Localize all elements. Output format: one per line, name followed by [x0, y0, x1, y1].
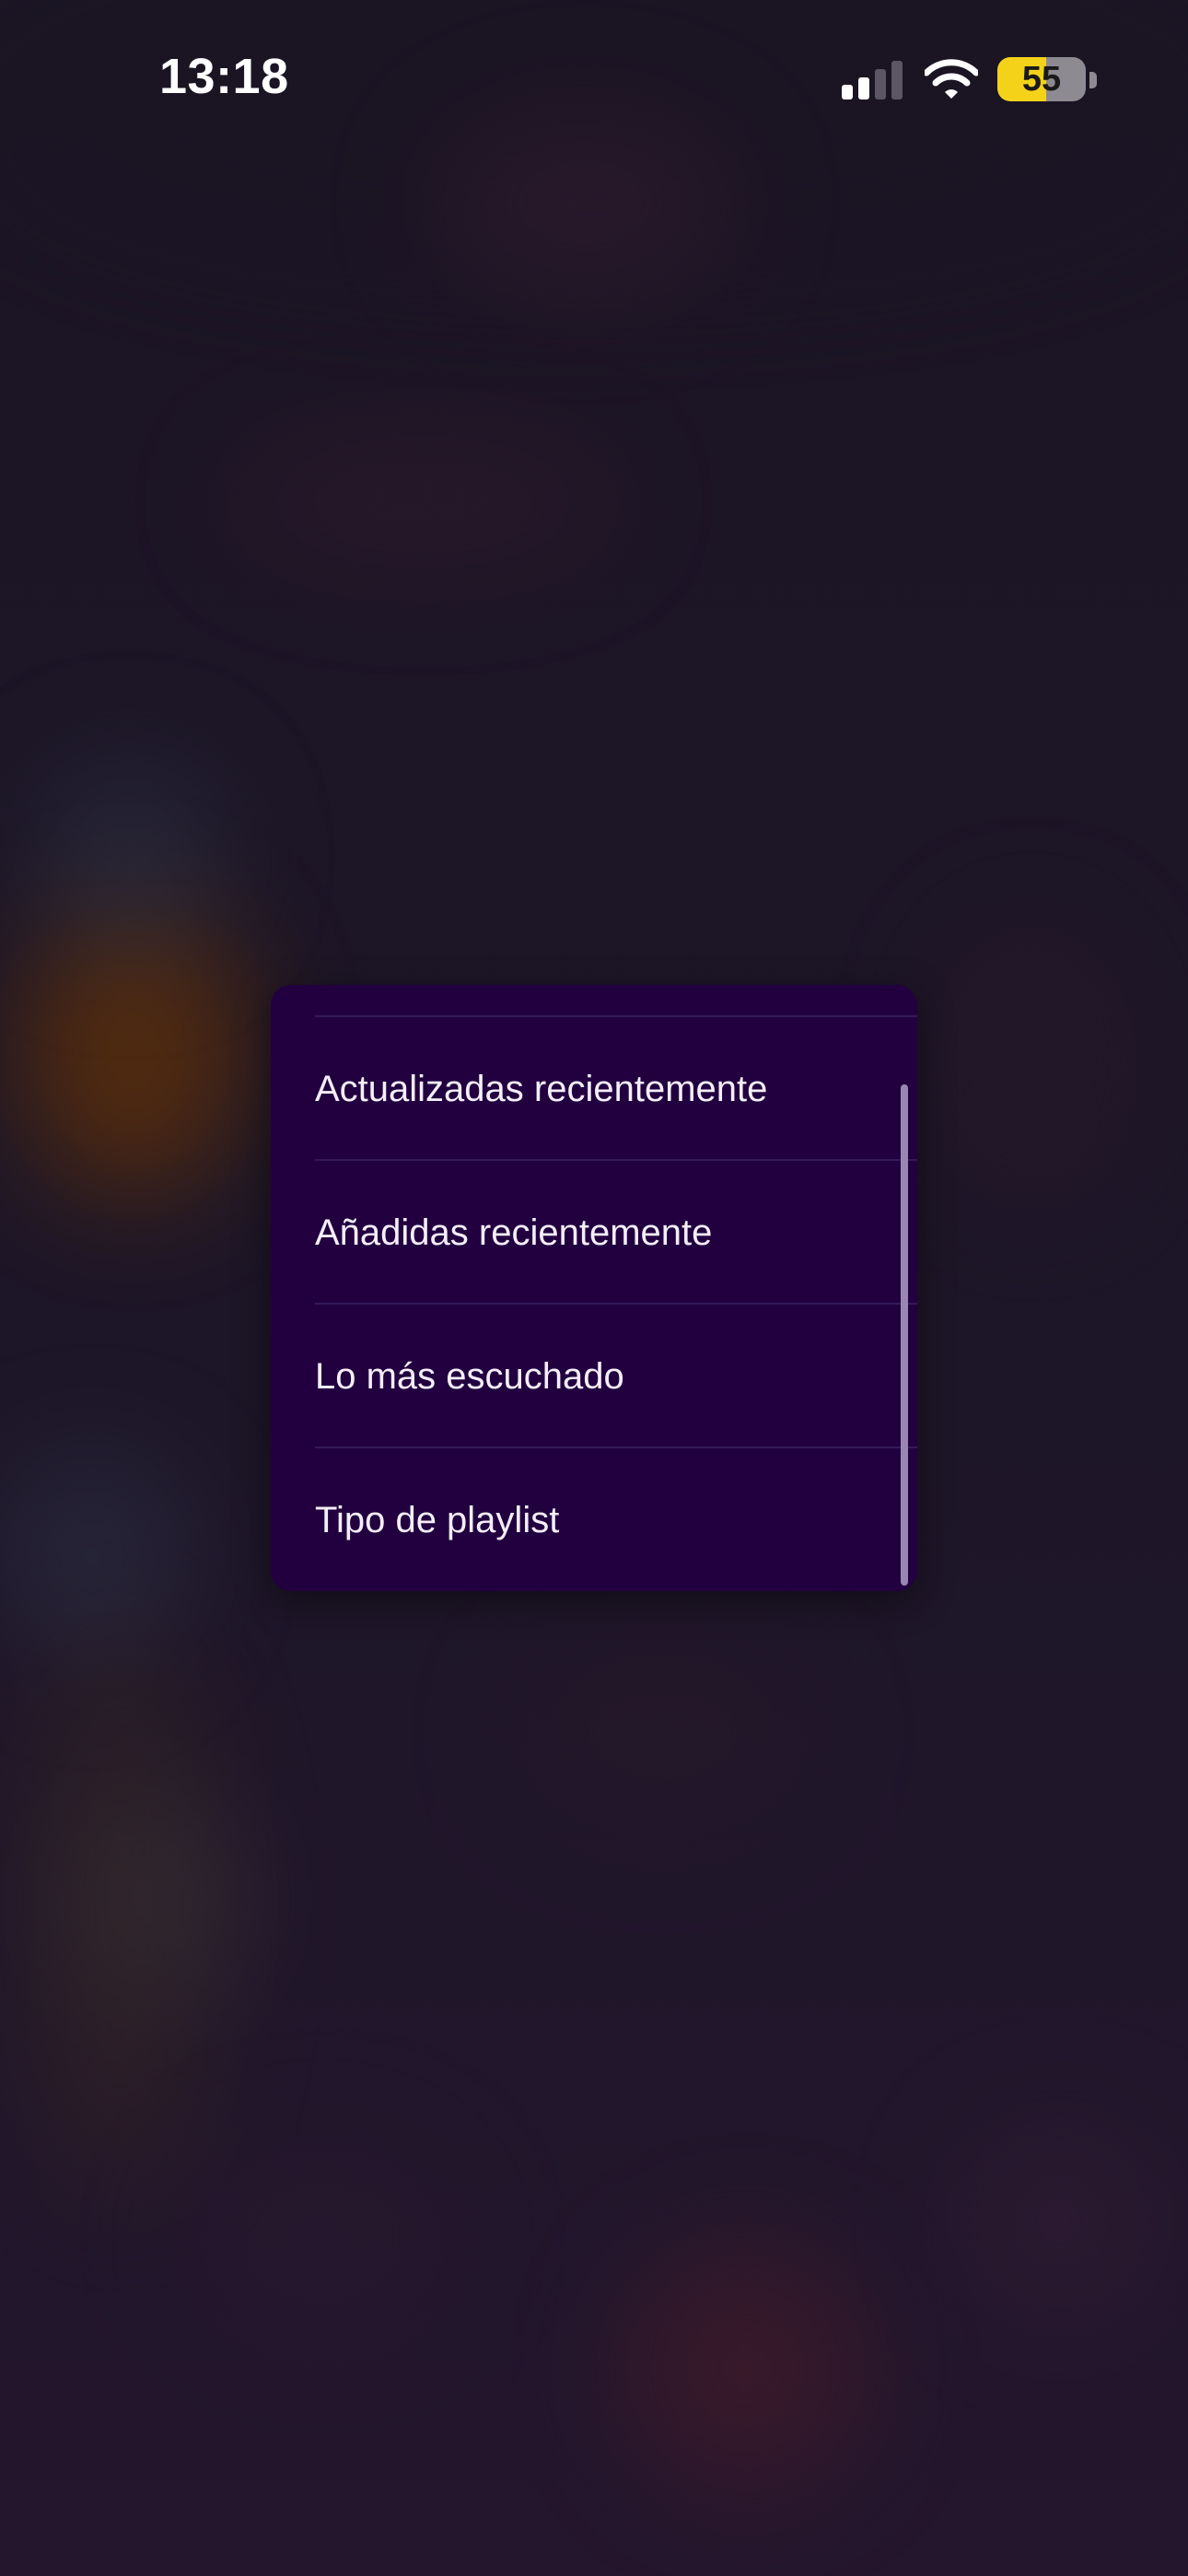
signal-bar — [875, 69, 886, 100]
background-blur-region — [626, 2248, 866, 2488]
background-blur-region — [37, 765, 221, 949]
signal-bar — [842, 85, 853, 100]
menu-item-label: Actualizadas recientemente — [315, 1069, 768, 1109]
background-blur-region — [939, 921, 1124, 1198]
menu-item-recently-updated[interactable]: Actualizadas recientemente — [315, 1017, 917, 1161]
battery-level: 55 — [1021, 60, 1062, 99]
signal-bar — [891, 61, 903, 100]
signal-bar — [858, 77, 869, 100]
battery-tip — [1089, 72, 1097, 88]
menu-item-most-listened[interactable]: Lo más escuchado — [315, 1305, 917, 1448]
battery-icon: 55 — [997, 57, 1086, 101]
background-blur-region — [28, 1640, 212, 2193]
menu-item-label: Tipo de playlist — [315, 1500, 560, 1540]
menu-item-label: Lo más escuchado — [315, 1356, 624, 1397]
background-blur-region — [516, 1640, 810, 1824]
sort-options-menu: Actualizadas recientemente Añadidas reci… — [271, 985, 917, 1591]
background-blur-region — [433, 111, 737, 295]
status-time: 13:18 — [159, 49, 289, 104]
menu-item-label: Añadidas recientemente — [315, 1212, 713, 1253]
background-blur-region — [230, 442, 617, 562]
menu-scrollbar[interactable] — [901, 1084, 908, 1586]
background-blur-region — [0, 1456, 184, 1658]
cellular-signal-icon — [842, 61, 903, 100]
menu-item-recently-added[interactable]: Añadidas recientemente — [315, 1161, 917, 1305]
background-blur-region — [184, 2137, 460, 2340]
menu-item-playlist-type[interactable]: Tipo de playlist — [315, 1448, 917, 1591]
wifi-icon — [925, 59, 978, 99]
status-bar: 13:18 55 — [0, 0, 1188, 138]
background-blur-region — [958, 2119, 1160, 2322]
